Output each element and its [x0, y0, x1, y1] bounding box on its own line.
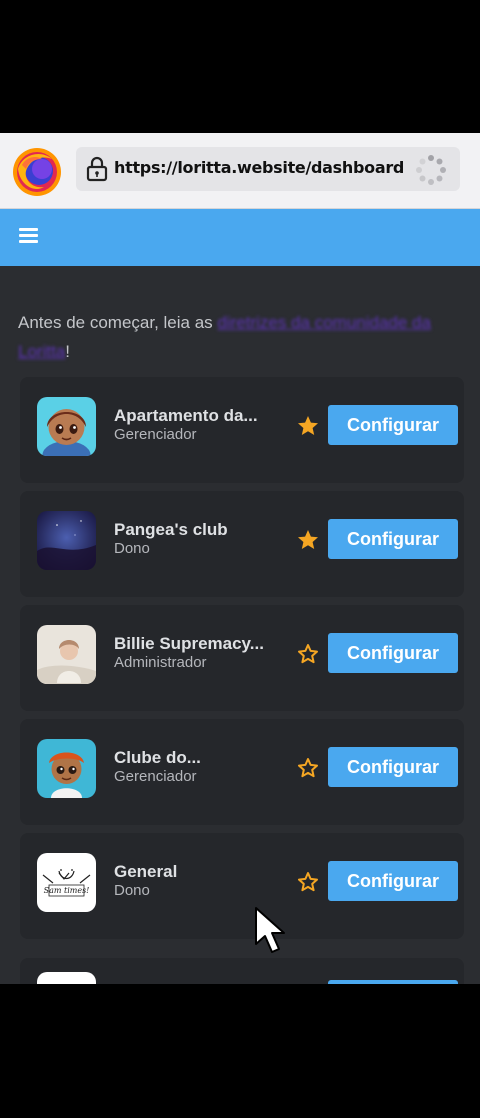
server-role: Administrador	[114, 654, 207, 671]
top-letterbox	[0, 0, 480, 133]
server-card: Clube do... Gerenciador Configurar	[20, 719, 464, 825]
bottom-letterbox	[0, 984, 480, 1118]
favorite-star-outline-icon[interactable]	[296, 642, 320, 666]
server-card: Billie Supremacy... Administrador Config…	[20, 605, 464, 711]
server-icon	[37, 625, 96, 684]
favorite-star-outline-icon[interactable]	[296, 756, 320, 780]
dashboard-content: Antes de começar, leia as diretrizes da …	[0, 266, 480, 984]
server-icon-partial	[37, 972, 96, 984]
server-name: Pangea's club	[114, 520, 228, 539]
favorite-star-filled-icon[interactable]	[296, 528, 320, 552]
server-name: Clube do...	[114, 748, 201, 767]
lock-icon	[86, 156, 108, 182]
server-role: Gerenciador	[114, 426, 197, 443]
favorite-star-outline-icon[interactable]	[296, 870, 320, 894]
intro-prefix: Antes de começar, leia as	[18, 313, 218, 332]
server-card: Sam times! General Dono Configurar	[20, 833, 464, 939]
server-icon: Sam times!	[37, 853, 96, 912]
mouse-cursor-icon	[255, 907, 285, 953]
favorite-star-filled-icon[interactable]	[296, 414, 320, 438]
server-role: Gerenciador	[114, 768, 197, 785]
server-name: Billie Supremacy...	[114, 634, 264, 653]
firefox-logo-icon[interactable]	[12, 147, 62, 197]
server-card-partial	[20, 958, 464, 984]
server-role: Dono	[114, 540, 150, 557]
configure-button[interactable]: Configurar	[328, 747, 458, 787]
intro-text: Antes de começar, leia as diretrizes da …	[18, 308, 464, 366]
hamburger-icon[interactable]	[19, 228, 38, 244]
server-icon	[37, 511, 96, 570]
url-text: https://loritta.website/dashboard	[114, 158, 405, 177]
address-bar[interactable]: https://loritta.website/dashboard	[76, 147, 460, 191]
intro-suffix: !	[65, 342, 70, 361]
configure-button[interactable]: Configurar	[328, 519, 458, 559]
app-header	[0, 209, 480, 266]
server-name: Apartamento da...	[114, 406, 258, 425]
configure-button[interactable]: Configurar	[328, 633, 458, 673]
configure-button[interactable]: Configurar	[328, 861, 458, 901]
server-icon	[37, 739, 96, 798]
server-icon	[37, 397, 96, 456]
server-role: Dono	[114, 882, 150, 899]
server-name: General	[114, 862, 178, 881]
server-icon-caption: Sam times!	[44, 886, 90, 895]
server-card: Pangea's club Dono Configurar	[20, 491, 464, 597]
server-card: Apartamento da... Gerenciador Configurar	[20, 377, 464, 483]
browser-toolbar: https://loritta.website/dashboard	[0, 133, 480, 209]
configure-button[interactable]: Configurar	[328, 405, 458, 445]
loading-spinner-icon	[416, 155, 446, 185]
